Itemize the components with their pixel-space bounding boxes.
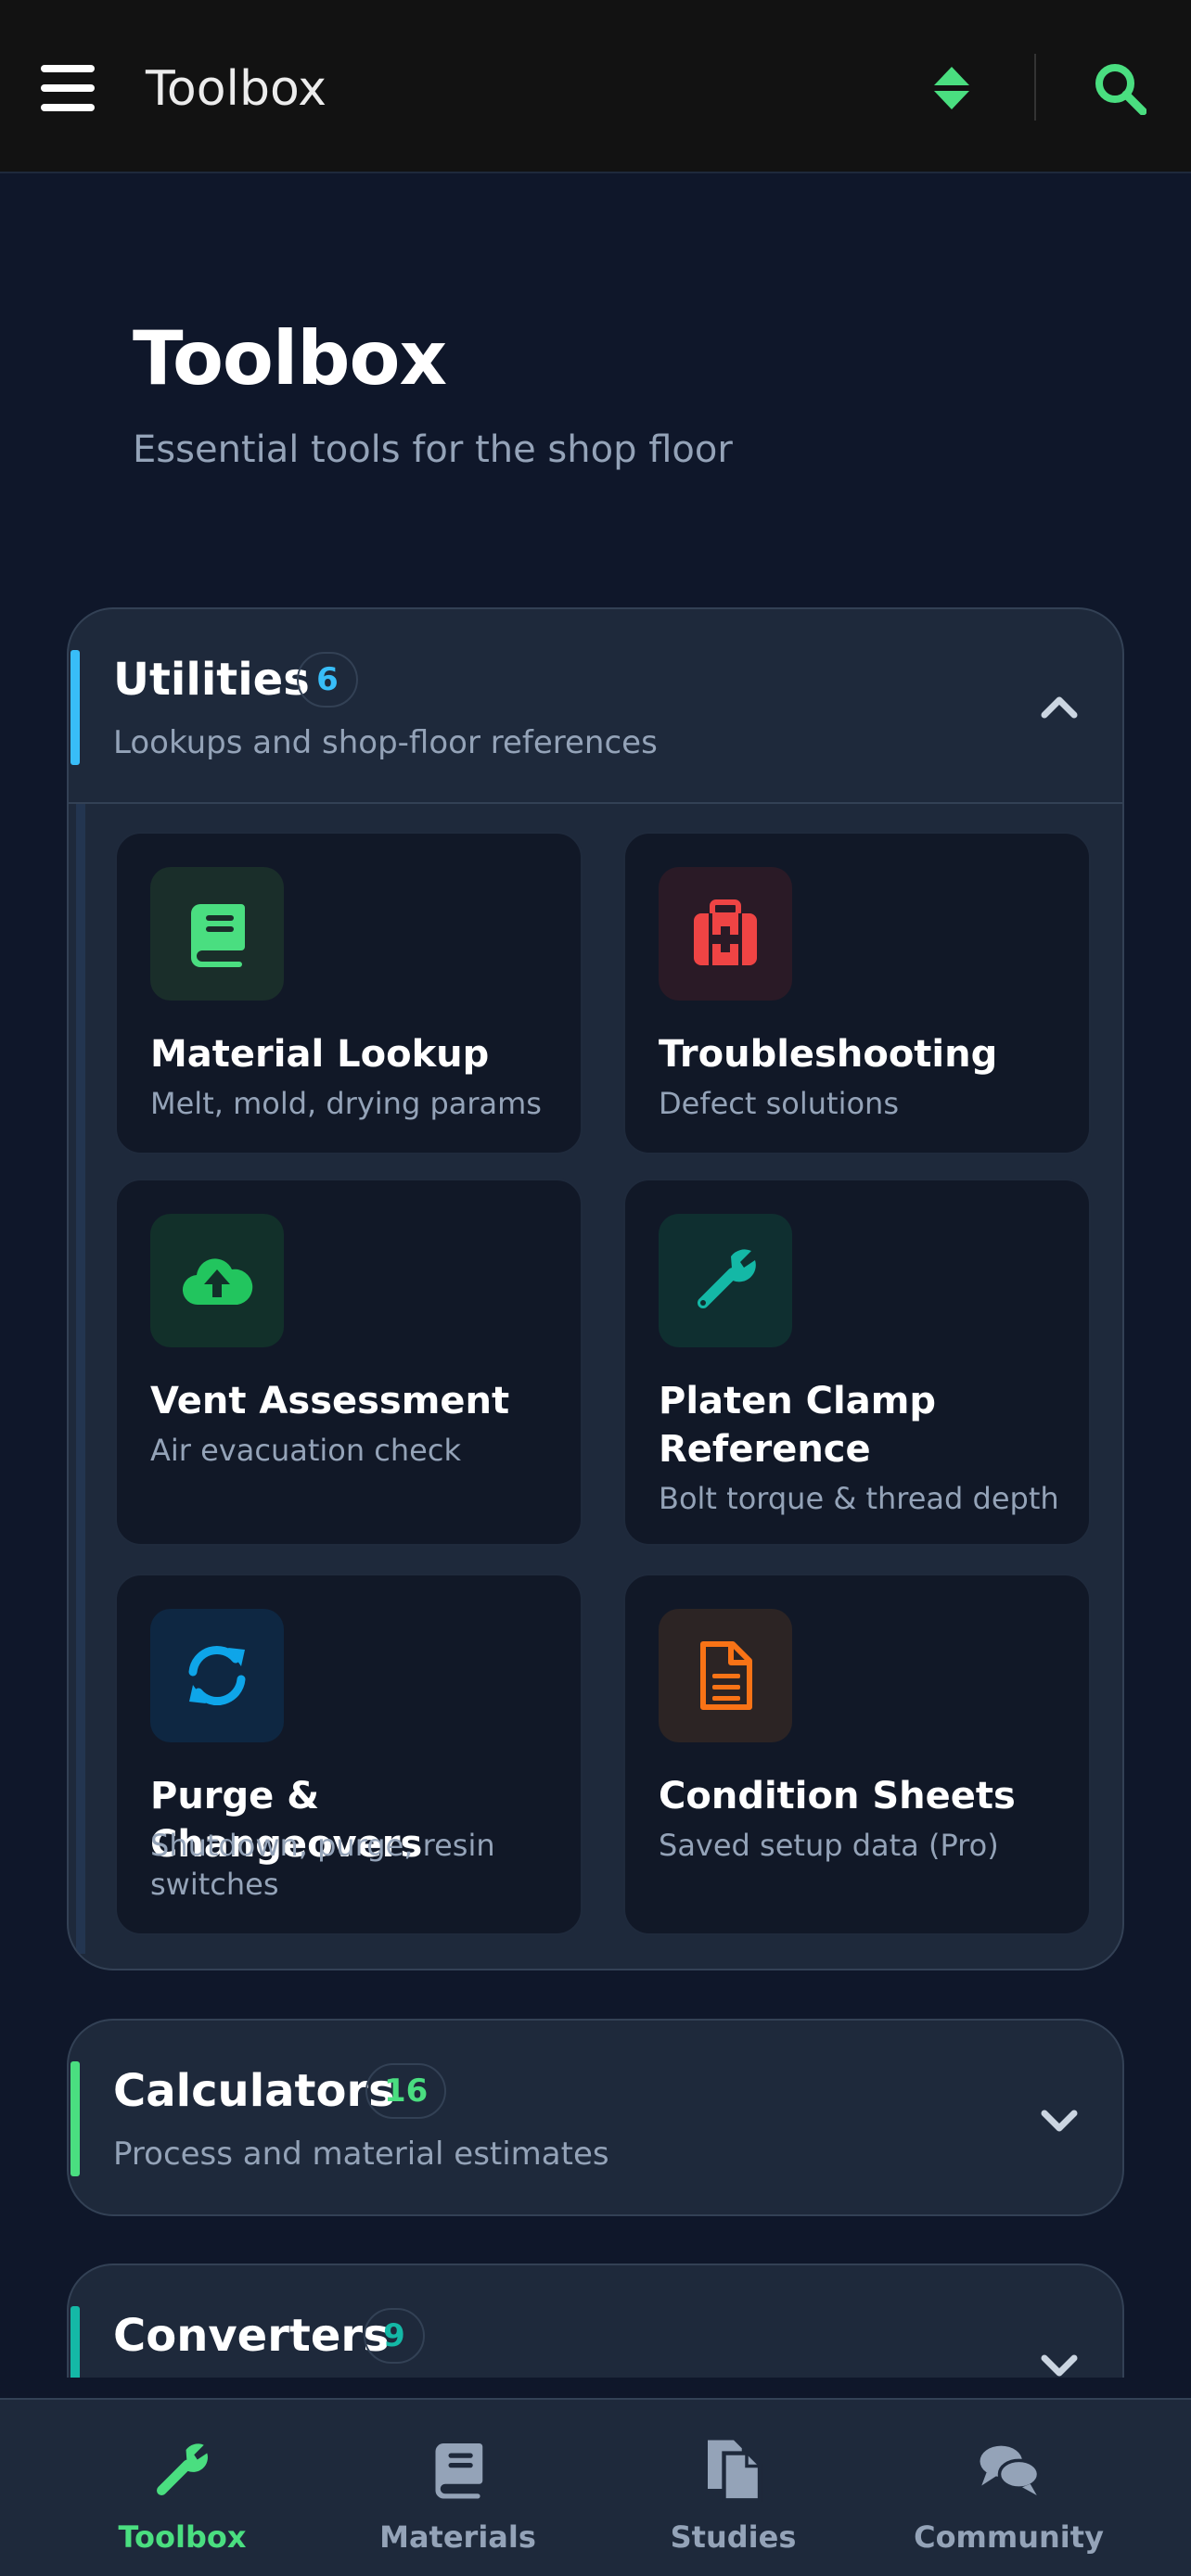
card-platen-clamp-reference[interactable]: Platen Clamp Reference Bolt torque & thr…	[623, 1179, 1091, 1546]
search-icon[interactable]	[1093, 61, 1146, 115]
section-converters[interactable]: Converters 9	[67, 2264, 1124, 2378]
page-title: Toolbox	[133, 315, 447, 402]
section-title: Converters	[113, 2310, 390, 2362]
nav-label: Materials	[379, 2519, 536, 2555]
nav-toolbox[interactable]: Toolbox	[33, 2400, 331, 2576]
section-utilities: Utilities 6 Lookups and shop-floor refer…	[67, 607, 1124, 1970]
nav-community[interactable]: Community	[860, 2400, 1158, 2576]
card-description: Shutdown, purge, resin switches	[150, 1828, 495, 1902]
nav-label: Toolbox	[118, 2519, 247, 2555]
card-purge-changeovers[interactable]: Purge & Changeovers Shutdown, purge, res…	[115, 1574, 583, 1935]
card-icon-tile	[150, 1214, 284, 1347]
app-bar-title: Toolbox	[146, 61, 327, 117]
bottom-nav: Toolbox Materials Studies Community	[0, 2398, 1191, 2576]
card-troubleshooting[interactable]: Troubleshooting Defect solutions	[623, 832, 1091, 1154]
cloud-upload-icon	[182, 1258, 253, 1306]
section-subtitle: Process and material estimates	[113, 2136, 609, 2173]
chat-icon	[980, 2445, 1041, 2495]
section-accent-bar	[70, 2061, 80, 2176]
card-title: Vent Assessment	[150, 1380, 510, 1422]
card-icon-tile	[659, 867, 792, 1001]
chevron-up-icon[interactable]	[1039, 691, 1080, 721]
card-icon-tile	[150, 867, 284, 1001]
card-icon-tile	[659, 1609, 792, 1742]
section-calculators[interactable]: Calculators 16 Process and material esti…	[67, 2019, 1124, 2216]
medkit-icon	[694, 899, 757, 965]
section-count-badge: 9	[364, 2308, 425, 2364]
page-subtitle: Essential tools for the shop floor	[133, 428, 733, 471]
book-icon	[191, 904, 245, 967]
nav-materials[interactable]: Materials	[309, 2400, 607, 2576]
nav-label: Community	[914, 2519, 1104, 2555]
section-accent-bar	[70, 2306, 80, 2378]
section-subtitle: Lookups and shop-floor references	[113, 724, 658, 761]
card-icon-tile	[150, 1609, 284, 1742]
wrench-icon	[157, 2443, 208, 2495]
card-description: Bolt torque & thread depth	[659, 1481, 1059, 1516]
card-description: Saved setup data (Pro)	[659, 1828, 999, 1863]
card-vent-assessment[interactable]: Vent Assessment Air evacuation check	[115, 1179, 583, 1546]
book-icon	[435, 2443, 483, 2499]
app-bar: Toolbox	[0, 0, 1191, 173]
card-title: Material Lookup	[150, 1033, 490, 1076]
section-count-badge: 6	[297, 652, 358, 708]
card-title: Condition Sheets	[659, 1775, 1016, 1817]
document-icon	[700, 1641, 752, 1710]
section-utilities-header[interactable]: Utilities 6 Lookups and shop-floor refer…	[69, 609, 1122, 804]
card-description: Defect solutions	[659, 1086, 899, 1121]
chevron-down-icon[interactable]	[1039, 2351, 1080, 2378]
nav-label: Studies	[670, 2519, 797, 2555]
section-title: Utilities	[113, 654, 310, 706]
content-scroll[interactable]: Toolbox Essential tools for the shop flo…	[0, 175, 1191, 2378]
card-description: Air evacuation check	[150, 1433, 461, 1468]
sync-icon	[188, 1646, 246, 1705]
card-condition-sheets[interactable]: Condition Sheets Saved setup data (Pro)	[623, 1574, 1091, 1935]
section-utilities-grid: Material Lookup Melt, mold, drying param…	[69, 802, 1122, 1969]
section-title: Calculators	[113, 2065, 395, 2117]
card-title: Troubleshooting	[659, 1033, 998, 1076]
section-count-badge: 16	[365, 2063, 447, 2119]
chevron-down-icon[interactable]	[1039, 2106, 1080, 2136]
card-material-lookup[interactable]: Material Lookup Melt, mold, drying param…	[115, 832, 583, 1154]
card-title: Platen Clamp Reference	[659, 1380, 937, 1471]
documents-icon	[708, 2440, 762, 2502]
sort-icon[interactable]	[932, 65, 971, 111]
card-description: Melt, mold, drying params	[150, 1086, 542, 1121]
wrench-icon	[698, 1249, 756, 1308]
menu-icon[interactable]	[41, 65, 95, 111]
grid-rail	[76, 804, 85, 1954]
card-icon-tile	[659, 1214, 792, 1347]
app-bar-divider	[1034, 54, 1036, 121]
section-accent-bar	[70, 650, 80, 765]
nav-studies[interactable]: Studies	[584, 2400, 882, 2576]
